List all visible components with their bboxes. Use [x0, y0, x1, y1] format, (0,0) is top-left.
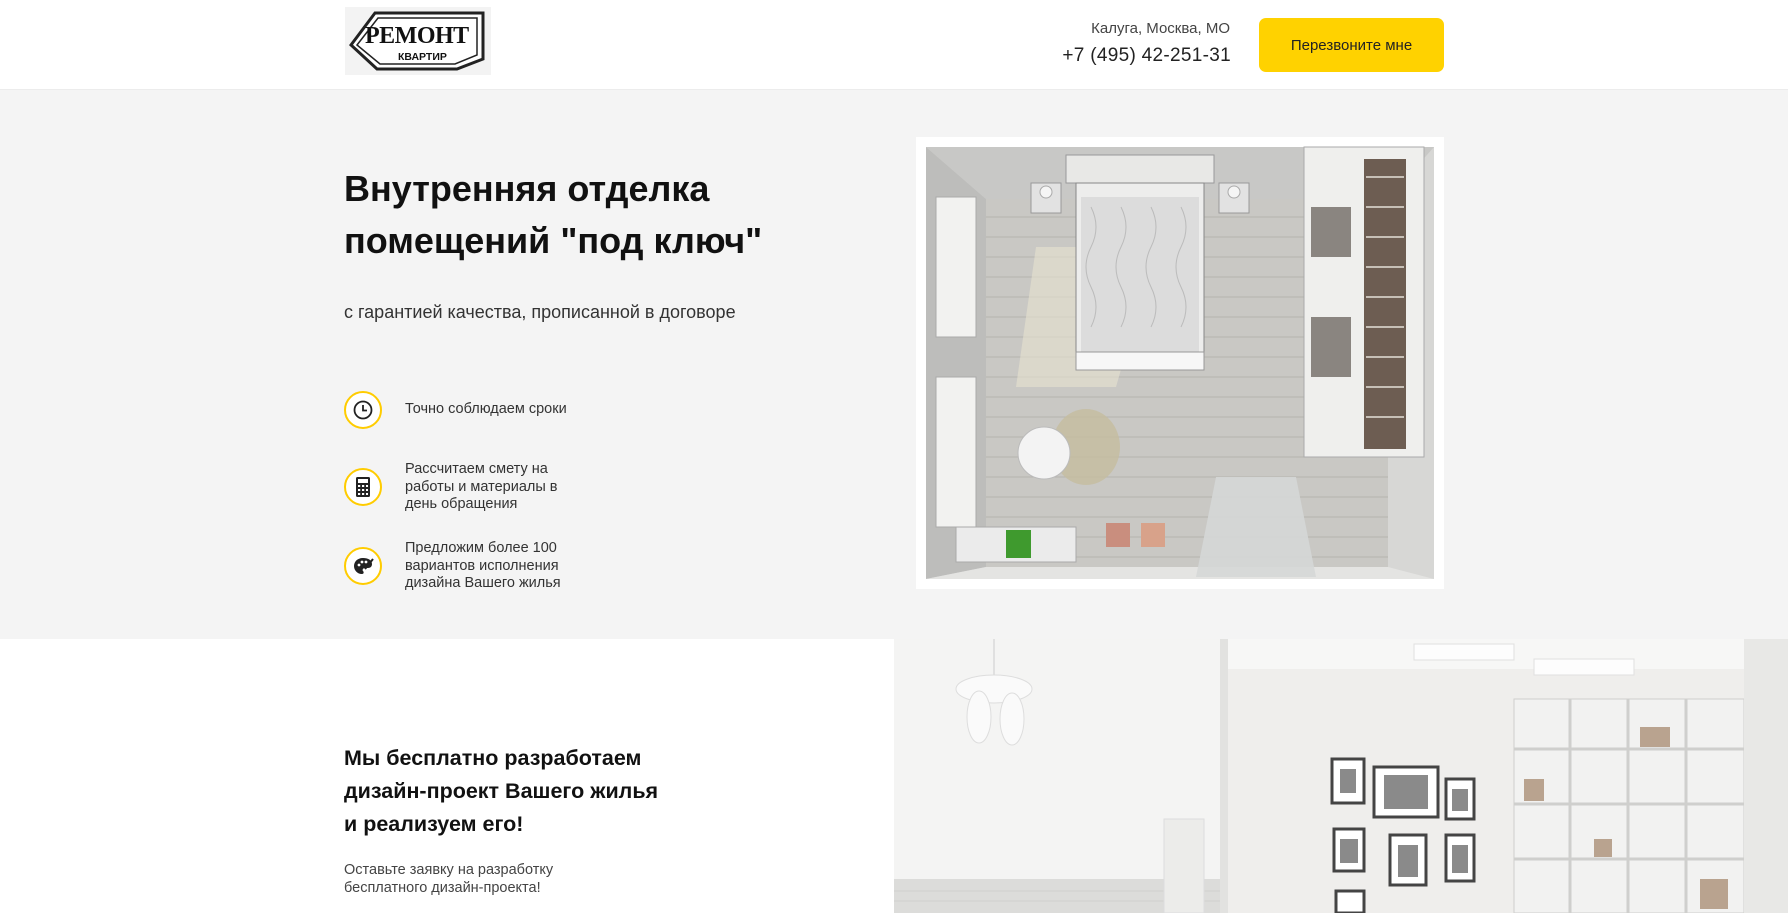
feature-item: Предложим более 100 вариантов исполнения…	[344, 540, 585, 593]
living-room-image	[894, 639, 1788, 913]
design-section-subtitle: Оставьте заявку на разработку бесплатног…	[344, 862, 554, 896]
design-title-line1: Мы бесплатно разработаем	[344, 746, 642, 770]
feature-text: Рассчитаем смету на работы и материалы в…	[405, 461, 558, 512]
svg-text:КВАРТИР: КВАРТИР	[398, 51, 447, 63]
palette-icon	[344, 547, 382, 586]
header-phone[interactable]: +7 (495) 42-251-31	[1062, 45, 1231, 67]
design-title-line3: и реализуем его!	[344, 812, 524, 836]
hero-section: Внутренняя отделка помещений "под ключ" …	[0, 90, 1788, 639]
hero-title: Внутренняя отделка помещений "под ключ"	[344, 163, 814, 267]
site-header: РЕМОНТ КВАРТИР Калуга, Москва, МО +7 (49…	[0, 0, 1788, 90]
hero-title-line2: помещений "под ключ"	[344, 220, 763, 261]
header-city: Калуга, Москва, МО	[1091, 20, 1230, 37]
calculator-icon	[344, 468, 382, 507]
bedroom-top-view-image	[916, 137, 1444, 589]
design-title-line2: дизайн-проект Вашего жилья	[344, 779, 659, 803]
feature-item: Рассчитаем смету на работы и материалы в…	[344, 461, 585, 514]
clock-icon	[344, 391, 382, 429]
feature-item: Точно соблюдаем сроки	[344, 391, 585, 429]
feature-text: Предложим более 100 вариантов исполнения…	[405, 540, 561, 591]
site-logo[interactable]: РЕМОНТ КВАРТИР	[345, 7, 491, 75]
hero-title-line1: Внутренняя отделка	[344, 168, 710, 209]
feature-text: Точно соблюдаем сроки	[405, 401, 567, 418]
hero-subtitle: с гарантией качества, прописанной в дого…	[344, 302, 736, 322]
svg-text:РЕМОНТ: РЕМОНТ	[365, 23, 469, 49]
callback-button[interactable]: Перезвоните мне	[1259, 18, 1444, 72]
design-section-title: Мы бесплатно разработаем дизайн-проект В…	[344, 742, 704, 841]
